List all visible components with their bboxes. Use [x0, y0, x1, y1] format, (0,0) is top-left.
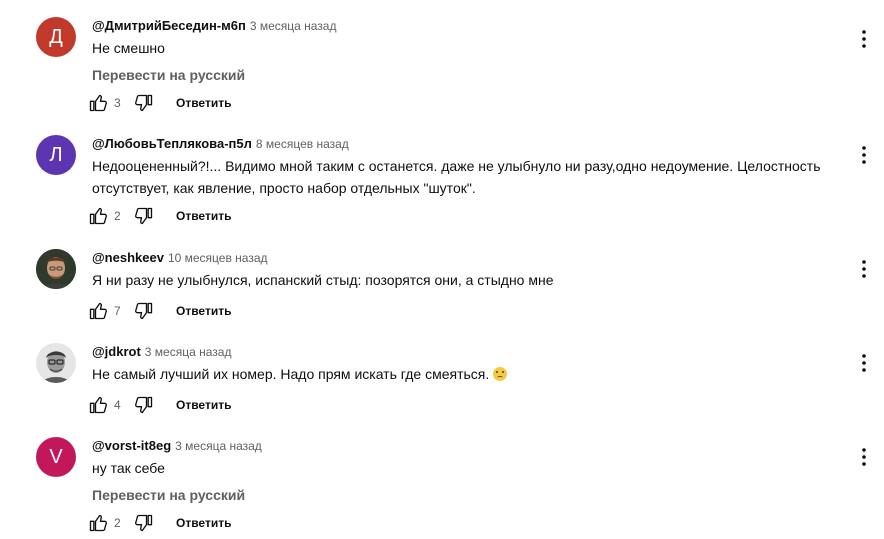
- comment-actions: 3 Ответить: [82, 87, 237, 119]
- thumb-down-icon: [135, 514, 153, 532]
- thumb-up-icon: [89, 396, 108, 414]
- comment-text: Недооцененный?!... Видимо мной таким с о…: [92, 158, 821, 196]
- reply-button[interactable]: Ответить: [170, 508, 237, 538]
- comment-actions: 7 Ответить: [82, 295, 237, 327]
- comment-header: @ЛюбовьТеплякова-п5л 8 месяцев назад: [92, 135, 824, 153]
- comment-menu-button[interactable]: [852, 27, 876, 51]
- thumb-down-icon: [135, 302, 153, 320]
- more-vert-icon: [862, 354, 866, 372]
- like-count: 2: [114, 516, 121, 530]
- comment: V @vorst-it8eg 3 месяца назад ну так себе…: [0, 437, 884, 537]
- author-name[interactable]: @jdkrot: [92, 344, 141, 359]
- like-button[interactable]: [82, 87, 114, 119]
- translate-button[interactable]: Перевести на русский: [92, 485, 824, 505]
- like-button[interactable]: [82, 295, 114, 327]
- comment: Д @ДмитрийБеседин-м6п 3 месяца назад Не с…: [0, 17, 884, 127]
- avatar[interactable]: V: [36, 437, 76, 477]
- reply-button[interactable]: Ответить: [170, 296, 237, 326]
- comment-body: @jdkrot 3 месяца назад Не самый лучший их…: [92, 343, 824, 385]
- comment-header: @vorst-it8eg 3 месяца назад: [92, 437, 824, 455]
- comment-text: ну так себе: [92, 460, 165, 476]
- sad-face-emoji: [493, 367, 508, 381]
- comment-time[interactable]: 3 месяца назад: [145, 345, 232, 359]
- more-vert-icon: [862, 146, 866, 164]
- comment-text: Я ни разу не улыбнулся, испанский стыд: …: [92, 272, 554, 288]
- reply-button[interactable]: Ответить: [170, 201, 237, 231]
- dislike-button[interactable]: [128, 295, 160, 327]
- comment-header: @jdkrot 3 месяца назад: [92, 343, 824, 361]
- comment-text: Не самый лучший их номер. Надо прям иска…: [92, 363, 824, 385]
- dislike-button[interactable]: [128, 87, 160, 119]
- avatar[interactable]: Л: [36, 135, 76, 175]
- thumb-up-icon: [89, 514, 108, 532]
- comment-menu-button[interactable]: [852, 257, 876, 281]
- thumb-up-icon: [89, 207, 108, 225]
- comment-menu-button[interactable]: [852, 351, 876, 375]
- comment: Л @ЛюбовьТеплякова-п5л 8 месяцев назад Не…: [0, 135, 884, 235]
- more-vert-icon: [862, 448, 866, 466]
- like-count: 3: [114, 96, 121, 110]
- like-button[interactable]: [82, 389, 114, 421]
- comment-actions: 4 Ответить: [82, 389, 237, 421]
- author-name[interactable]: @ЛюбовьТеплякова-п5л: [92, 136, 252, 151]
- more-vert-icon: [862, 30, 866, 48]
- thumb-up-icon: [89, 302, 108, 320]
- comment-body: @neshkeev 10 месяцев назад Я ни разу не у…: [92, 249, 824, 291]
- comment-body: @ЛюбовьТеплякова-п5л 8 месяцев назад Недо…: [92, 135, 824, 199]
- translate-button[interactable]: Перевести на русский: [92, 65, 824, 85]
- comment-menu-button[interactable]: [852, 445, 876, 469]
- author-name[interactable]: @vorst-it8eg: [92, 438, 171, 453]
- comment-text: Не смешно: [92, 40, 165, 56]
- comment: @jdkrot 3 месяца назад Не самый лучший их…: [0, 343, 884, 423]
- comment-time[interactable]: 3 месяца назад: [175, 439, 262, 453]
- dislike-button[interactable]: [128, 507, 160, 539]
- author-name[interactable]: @ДмитрийБеседин-м6п: [92, 18, 246, 33]
- comment-header: @ДмитрийБеседин-м6п 3 месяца назад: [92, 17, 824, 35]
- comment-actions: 2 Ответить: [82, 200, 237, 232]
- comment-time[interactable]: 3 месяца назад: [250, 19, 337, 33]
- like-count: 7: [114, 304, 121, 318]
- dislike-button[interactable]: [128, 200, 160, 232]
- thumb-up-icon: [89, 94, 108, 112]
- comment-time[interactable]: 8 месяцев назад: [256, 137, 349, 151]
- comment-text-content: Не самый лучший их номер. Надо прям иска…: [92, 366, 490, 382]
- user-photo-icon: [36, 343, 76, 383]
- like-button[interactable]: [82, 507, 114, 539]
- comment-body: @vorst-it8eg 3 месяца назад ну так себе П…: [92, 437, 824, 505]
- comment: @neshkeev 10 месяцев назад Я ни разу не у…: [0, 249, 884, 329]
- thumb-down-icon: [135, 396, 153, 414]
- like-count: 4: [114, 398, 121, 412]
- more-vert-icon: [862, 260, 866, 278]
- avatar[interactable]: [36, 343, 76, 383]
- dislike-button[interactable]: [128, 389, 160, 421]
- comment-menu-button[interactable]: [852, 143, 876, 167]
- avatar[interactable]: Д: [36, 17, 76, 57]
- thumb-down-icon: [135, 94, 153, 112]
- reply-button[interactable]: Ответить: [170, 88, 237, 118]
- comment-time[interactable]: 10 месяцев назад: [168, 251, 268, 265]
- author-name[interactable]: @neshkeev: [92, 250, 164, 265]
- user-photo-icon: [36, 249, 76, 289]
- comment-body: @ДмитрийБеседин-м6п 3 месяца назад Не сме…: [92, 17, 824, 85]
- avatar[interactable]: [36, 249, 76, 289]
- like-count: 2: [114, 209, 121, 223]
- reply-button[interactable]: Ответить: [170, 390, 237, 420]
- like-button[interactable]: [82, 200, 114, 232]
- comment-header: @neshkeev 10 месяцев назад: [92, 249, 824, 267]
- comment-actions: 2 Ответить: [82, 507, 237, 539]
- thumb-down-icon: [135, 207, 153, 225]
